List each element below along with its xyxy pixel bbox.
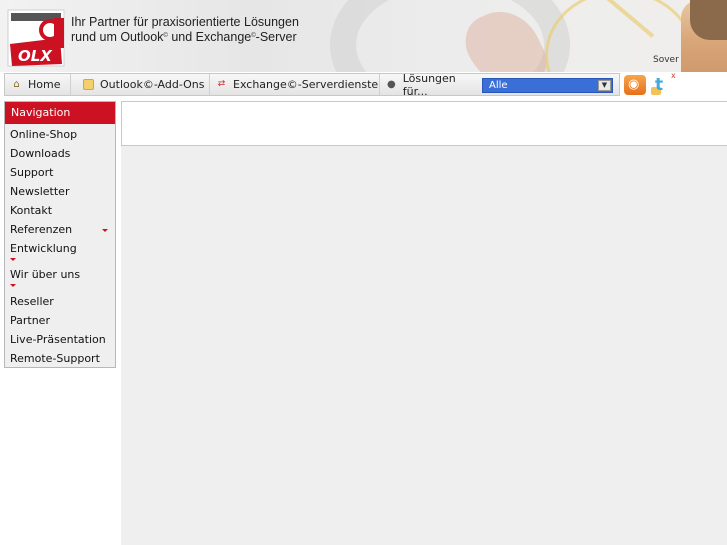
olx-logo[interactable]: OLX xyxy=(6,8,66,68)
menu-loesungen[interactable]: ● Lösungen für... xyxy=(380,71,482,98)
navigation-heading: Navigation xyxy=(5,102,115,124)
nav-item-downloads[interactable]: Downloads xyxy=(10,147,70,160)
expand-arrow-icon[interactable] xyxy=(10,284,16,287)
nav-item-kontakt[interactable]: Kontakt xyxy=(10,204,52,217)
chevron-down-icon[interactable]: ▼ xyxy=(598,80,611,91)
logo-text: OLX xyxy=(18,47,53,65)
menu-outlook-add-ons[interactable]: Outlook©-Add-Ons xyxy=(77,74,210,95)
close-icon[interactable]: x xyxy=(671,71,676,80)
tagline-line-1: Ihr Partner für praxisorientierte Lösung… xyxy=(71,15,299,29)
select-value: Alle xyxy=(489,80,508,91)
lightbulb-icon: ● xyxy=(386,79,396,90)
nav-item-support[interactable]: Support xyxy=(10,166,53,179)
menu-home[interactable]: ⌂ Home xyxy=(5,74,71,95)
expand-arrow-icon[interactable] xyxy=(102,229,108,232)
nav-item-wir-ueber-uns[interactable]: Wir über uns xyxy=(10,268,80,281)
menu-exchange-label: Exchange©-Serverdienste xyxy=(233,78,379,91)
nav-item-reseller[interactable]: Reseller xyxy=(10,295,54,308)
nav-item-live-praesentation[interactable]: Live-Präsentation xyxy=(10,333,106,346)
navigation-panel: Navigation Online-Shop Downloads Support… xyxy=(4,101,116,368)
twitter-icon[interactable]: t xyxy=(651,75,673,95)
nav-item-newsletter[interactable]: Newsletter xyxy=(10,185,69,198)
menu-outlook-label: Outlook©-Add-Ons xyxy=(100,78,205,91)
exchange-icon: ⇄ xyxy=(217,79,226,89)
rss-icon[interactable]: ◉ xyxy=(624,75,646,95)
header-banner: OLX Ihr Partner für praxisorientierte Lö… xyxy=(0,0,727,72)
nav-item-referenzen[interactable]: Referenzen xyxy=(10,223,72,236)
page: OLX Ihr Partner für praxisorientierte Lö… xyxy=(0,0,727,545)
tagline-line-2: rund um Outlook© und Exchange©-Server xyxy=(71,30,297,44)
nav-item-partner[interactable]: Partner xyxy=(10,314,50,327)
solutions-select[interactable]: Alle ▼ xyxy=(482,78,613,93)
envelope-icon xyxy=(83,79,94,90)
content-header-box xyxy=(121,101,727,146)
menu-home-label: Home xyxy=(28,78,61,91)
corner-text: Sover xyxy=(653,55,679,65)
nav-item-online-shop[interactable]: Online-Shop xyxy=(10,128,77,141)
expand-arrow-icon[interactable] xyxy=(10,258,16,261)
menu-loesungen-label: Lösungen für... xyxy=(402,71,456,98)
nav-item-remote-support[interactable]: Remote-Support xyxy=(10,352,100,365)
menu-exchange-serverdienste[interactable]: ⇄ Exchange©-Serverdienste xyxy=(210,74,380,95)
nav-item-entwicklung[interactable]: Entwicklung xyxy=(10,242,77,255)
home-icon: ⌂ xyxy=(13,79,20,90)
content-area xyxy=(121,146,727,545)
banner-photo-hair xyxy=(690,0,727,40)
tagline: Ihr Partner für praxisorientierte Lösung… xyxy=(71,15,299,45)
